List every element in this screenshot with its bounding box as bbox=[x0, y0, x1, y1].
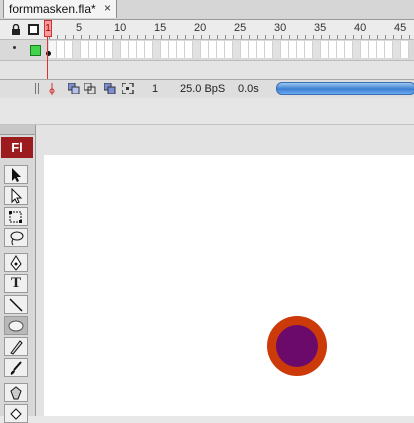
edit-bar bbox=[0, 98, 414, 125]
brush-icon bbox=[10, 361, 22, 375]
ink-bottle-tool[interactable] bbox=[4, 383, 28, 402]
frame-number: 20 bbox=[194, 22, 207, 34]
lock-toggle-dot[interactable] bbox=[13, 46, 16, 49]
frame-number: 30 bbox=[274, 22, 287, 34]
pencil-tool[interactable] bbox=[4, 337, 28, 356]
center-frame-icon[interactable] bbox=[49, 83, 55, 95]
onion-skin-outlines-icon[interactable] bbox=[84, 83, 96, 94]
modify-markers-icon[interactable] bbox=[122, 83, 134, 94]
paint-bucket-icon bbox=[10, 408, 22, 420]
frame-number: 25 bbox=[234, 22, 247, 34]
arrow-icon bbox=[12, 168, 21, 182]
line-tool[interactable] bbox=[4, 295, 28, 314]
panel-grip[interactable] bbox=[0, 125, 35, 135]
stage[interactable] bbox=[44, 155, 414, 416]
layer-color-swatch[interactable] bbox=[30, 45, 41, 56]
flash-logo: Fl bbox=[1, 137, 33, 158]
lasso-icon bbox=[10, 231, 24, 246]
brush-tool[interactable] bbox=[4, 358, 28, 377]
pen-icon bbox=[10, 255, 22, 271]
layer-area-blank bbox=[0, 61, 414, 79]
ink-bottle-icon bbox=[10, 386, 22, 400]
oval-tool[interactable] bbox=[4, 316, 28, 335]
subselect-arrow-icon bbox=[11, 188, 23, 204]
layer-frames[interactable] bbox=[41, 40, 414, 60]
playhead[interactable]: 1 bbox=[44, 20, 52, 37]
pen-tool[interactable] bbox=[4, 253, 28, 272]
subselection-tool[interactable] bbox=[4, 186, 28, 205]
frame-number: 45 bbox=[394, 22, 407, 34]
frame-number: 35 bbox=[314, 22, 327, 34]
transform-icon bbox=[9, 211, 22, 223]
text-tool-glyph: T bbox=[11, 275, 22, 291]
tools-panel: Fl T bbox=[0, 125, 36, 423]
oval-icon bbox=[8, 320, 24, 332]
document-tab-title: formmasken.fla* bbox=[9, 2, 96, 16]
elapsed-time-readout: 0.0s bbox=[238, 83, 259, 95]
lock-icon[interactable] bbox=[11, 24, 21, 35]
paint-bucket-tool[interactable] bbox=[4, 404, 28, 423]
frame-ruler[interactable]: 5 10 15 20 25 30 35 40 45 bbox=[41, 20, 414, 39]
frame-number: 10 bbox=[114, 22, 127, 34]
timeline-scrollbar[interactable] bbox=[276, 82, 414, 95]
pencil-icon bbox=[10, 340, 23, 355]
document-tab-bar: formmasken.fla* × bbox=[0, 0, 414, 20]
free-transform-tool[interactable] bbox=[4, 207, 28, 226]
frame-rate-readout[interactable]: 25.0 BpS bbox=[180, 83, 225, 95]
document-tab[interactable]: formmasken.fla* × bbox=[3, 0, 117, 18]
edit-multiple-frames-icon[interactable] bbox=[104, 83, 116, 94]
circle-fill[interactable] bbox=[276, 325, 318, 367]
current-frame-readout: 1 bbox=[152, 83, 159, 95]
frame-number: 5 bbox=[76, 22, 83, 34]
onion-skin-icon[interactable] bbox=[68, 83, 80, 94]
close-icon[interactable]: × bbox=[104, 1, 111, 15]
lasso-tool[interactable] bbox=[4, 228, 28, 247]
outline-icon[interactable] bbox=[28, 24, 39, 35]
selection-tool[interactable] bbox=[4, 165, 28, 184]
frame-number: 15 bbox=[154, 22, 167, 34]
text-tool[interactable]: T bbox=[4, 274, 28, 293]
timeline-footer: 1 25.0 BpS 0.0s bbox=[0, 79, 414, 99]
frame-number: 40 bbox=[354, 22, 367, 34]
line-icon bbox=[9, 298, 23, 312]
